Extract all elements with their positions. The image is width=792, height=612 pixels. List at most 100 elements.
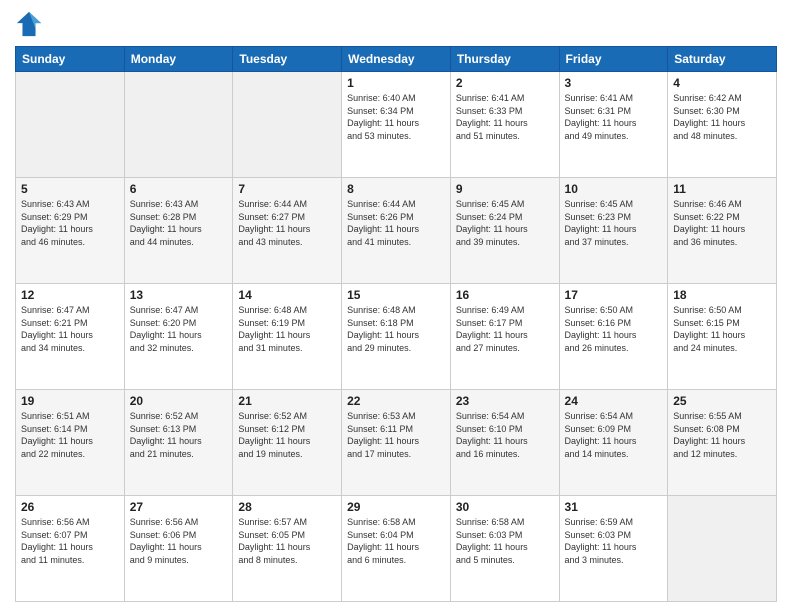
day-info: Sunrise: 6:59 AM Sunset: 6:03 PM Dayligh… [565, 516, 663, 566]
day-number: 22 [347, 394, 445, 408]
weekday-header-monday: Monday [124, 47, 233, 72]
day-cell: 8 Sunrise: 6:44 AM Sunset: 6:26 PM Daylig… [342, 178, 451, 284]
logo [15, 10, 47, 38]
day-cell: 29Sunrise: 6:58 AM Sunset: 6:04 PM Dayli… [342, 496, 451, 602]
day-number: 9 [456, 182, 554, 196]
day-info: Sunrise: 6:58 AM Sunset: 6:03 PM Dayligh… [456, 516, 554, 566]
day-number: 16 [456, 288, 554, 302]
week-row-3: 19 Sunrise: 6:51 AM Sunset: 6:14 PM Dayli… [16, 390, 777, 496]
day-number: 31 [565, 500, 663, 514]
day-info: Sunrise: 6:44 AM Sunset: 6:26 PM Dayligh… [347, 198, 445, 248]
day-number: 7 [238, 182, 336, 196]
day-number: 23 [456, 394, 554, 408]
day-info: Sunrise: 6:57 AM Sunset: 6:05 PM Dayligh… [238, 516, 336, 566]
logo-icon [15, 10, 43, 38]
day-cell: 6 Sunrise: 6:43 AM Sunset: 6:28 PM Daylig… [124, 178, 233, 284]
day-info: Sunrise: 6:43 AM Sunset: 6:28 PM Dayligh… [130, 198, 228, 248]
day-number: 12 [21, 288, 119, 302]
day-number: 4 [673, 76, 771, 90]
day-info: Sunrise: 6:47 AM Sunset: 6:21 PM Dayligh… [21, 304, 119, 354]
day-info: Sunrise: 6:41 AM Sunset: 6:33 PM Dayligh… [456, 92, 554, 142]
day-cell: 5 Sunrise: 6:43 AM Sunset: 6:29 PM Daylig… [16, 178, 125, 284]
day-info: Sunrise: 6:42 AM Sunset: 6:30 PM Dayligh… [673, 92, 771, 142]
day-number: 17 [565, 288, 663, 302]
day-cell: 30 Sunrise: 6:58 AM Sunset: 6:03 PM Dayli… [450, 496, 559, 602]
day-number: 21 [238, 394, 336, 408]
day-cell: 18 Sunrise: 6:50 AM Sunset: 6:15 PM Dayli… [668, 284, 777, 390]
day-info: Sunrise: 6:51 AM Sunset: 6:14 PM Dayligh… [21, 410, 119, 460]
day-info: Sunrise: 6:53 AM Sunset: 6:11 PM Dayligh… [347, 410, 445, 460]
day-info: Sunrise: 6:48 AM Sunset: 6:18 PM Dayligh… [347, 304, 445, 354]
day-info: Sunrise: 6:47 AM Sunset: 6:20 PM Dayligh… [130, 304, 228, 354]
day-cell: 16 Sunrise: 6:49 AM Sunset: 6:17 PM Dayli… [450, 284, 559, 390]
day-cell: 17 Sunrise: 6:50 AM Sunset: 6:16 PM Dayli… [559, 284, 668, 390]
day-number: 30 [456, 500, 554, 514]
day-info: Sunrise: 6:45 AM Sunset: 6:23 PM Dayligh… [565, 198, 663, 248]
day-cell: 9Sunrise: 6:45 AM Sunset: 6:24 PM Daylig… [450, 178, 559, 284]
day-number: 27 [130, 500, 228, 514]
day-info: Sunrise: 6:44 AM Sunset: 6:27 PM Dayligh… [238, 198, 336, 248]
week-row-4: 26Sunrise: 6:56 AM Sunset: 6:07 PM Dayli… [16, 496, 777, 602]
day-cell: 27 Sunrise: 6:56 AM Sunset: 6:06 PM Dayli… [124, 496, 233, 602]
day-cell: 25Sunrise: 6:55 AM Sunset: 6:08 PM Dayli… [668, 390, 777, 496]
day-cell: 26Sunrise: 6:56 AM Sunset: 6:07 PM Dayli… [16, 496, 125, 602]
day-info: Sunrise: 6:52 AM Sunset: 6:12 PM Dayligh… [238, 410, 336, 460]
weekday-header-wednesday: Wednesday [342, 47, 451, 72]
day-info: Sunrise: 6:49 AM Sunset: 6:17 PM Dayligh… [456, 304, 554, 354]
day-cell: 15 Sunrise: 6:48 AM Sunset: 6:18 PM Dayli… [342, 284, 451, 390]
weekday-header-tuesday: Tuesday [233, 47, 342, 72]
day-cell [668, 496, 777, 602]
day-cell [233, 72, 342, 178]
day-cell: 23 Sunrise: 6:54 AM Sunset: 6:10 PM Dayli… [450, 390, 559, 496]
weekday-header-sunday: Sunday [16, 47, 125, 72]
day-number: 13 [130, 288, 228, 302]
day-number: 8 [347, 182, 445, 196]
day-cell: 10 Sunrise: 6:45 AM Sunset: 6:23 PM Dayli… [559, 178, 668, 284]
day-number: 29 [347, 500, 445, 514]
day-number: 6 [130, 182, 228, 196]
day-info: Sunrise: 6:54 AM Sunset: 6:10 PM Dayligh… [456, 410, 554, 460]
day-number: 24 [565, 394, 663, 408]
day-cell: 4 Sunrise: 6:42 AM Sunset: 6:30 PM Daylig… [668, 72, 777, 178]
day-cell: 24 Sunrise: 6:54 AM Sunset: 6:09 PM Dayli… [559, 390, 668, 496]
day-info: Sunrise: 6:52 AM Sunset: 6:13 PM Dayligh… [130, 410, 228, 460]
day-cell: 19 Sunrise: 6:51 AM Sunset: 6:14 PM Dayli… [16, 390, 125, 496]
day-cell: 21 Sunrise: 6:52 AM Sunset: 6:12 PM Dayli… [233, 390, 342, 496]
page: SundayMondayTuesdayWednesdayThursdayFrid… [0, 0, 792, 612]
day-info: Sunrise: 6:56 AM Sunset: 6:06 PM Dayligh… [130, 516, 228, 566]
day-number: 5 [21, 182, 119, 196]
day-number: 26 [21, 500, 119, 514]
day-cell: 11Sunrise: 6:46 AM Sunset: 6:22 PM Dayli… [668, 178, 777, 284]
day-cell: 22 Sunrise: 6:53 AM Sunset: 6:11 PM Dayli… [342, 390, 451, 496]
day-info: Sunrise: 6:50 AM Sunset: 6:16 PM Dayligh… [565, 304, 663, 354]
day-info: Sunrise: 6:40 AM Sunset: 6:34 PM Dayligh… [347, 92, 445, 142]
day-info: Sunrise: 6:43 AM Sunset: 6:29 PM Dayligh… [21, 198, 119, 248]
weekday-header-thursday: Thursday [450, 47, 559, 72]
day-number: 15 [347, 288, 445, 302]
day-info: Sunrise: 6:54 AM Sunset: 6:09 PM Dayligh… [565, 410, 663, 460]
day-number: 10 [565, 182, 663, 196]
day-number: 18 [673, 288, 771, 302]
day-info: Sunrise: 6:50 AM Sunset: 6:15 PM Dayligh… [673, 304, 771, 354]
day-number: 11 [673, 182, 771, 196]
day-cell [16, 72, 125, 178]
day-number: 25 [673, 394, 771, 408]
day-cell: 2 Sunrise: 6:41 AM Sunset: 6:33 PM Daylig… [450, 72, 559, 178]
day-cell: 20 Sunrise: 6:52 AM Sunset: 6:13 PM Dayli… [124, 390, 233, 496]
day-number: 1 [347, 76, 445, 90]
weekday-header-saturday: Saturday [668, 47, 777, 72]
day-cell: 3Sunrise: 6:41 AM Sunset: 6:31 PM Daylig… [559, 72, 668, 178]
calendar-table: SundayMondayTuesdayWednesdayThursdayFrid… [15, 46, 777, 602]
day-number: 28 [238, 500, 336, 514]
day-number: 2 [456, 76, 554, 90]
day-number: 14 [238, 288, 336, 302]
day-number: 20 [130, 394, 228, 408]
day-number: 19 [21, 394, 119, 408]
weekday-header-friday: Friday [559, 47, 668, 72]
day-number: 3 [565, 76, 663, 90]
day-cell: 28 Sunrise: 6:57 AM Sunset: 6:05 PM Dayli… [233, 496, 342, 602]
day-cell: 31 Sunrise: 6:59 AM Sunset: 6:03 PM Dayli… [559, 496, 668, 602]
day-cell: 7 Sunrise: 6:44 AM Sunset: 6:27 PM Daylig… [233, 178, 342, 284]
day-cell: 1 Sunrise: 6:40 AM Sunset: 6:34 PM Daylig… [342, 72, 451, 178]
week-row-2: 12 Sunrise: 6:47 AM Sunset: 6:21 PM Dayli… [16, 284, 777, 390]
